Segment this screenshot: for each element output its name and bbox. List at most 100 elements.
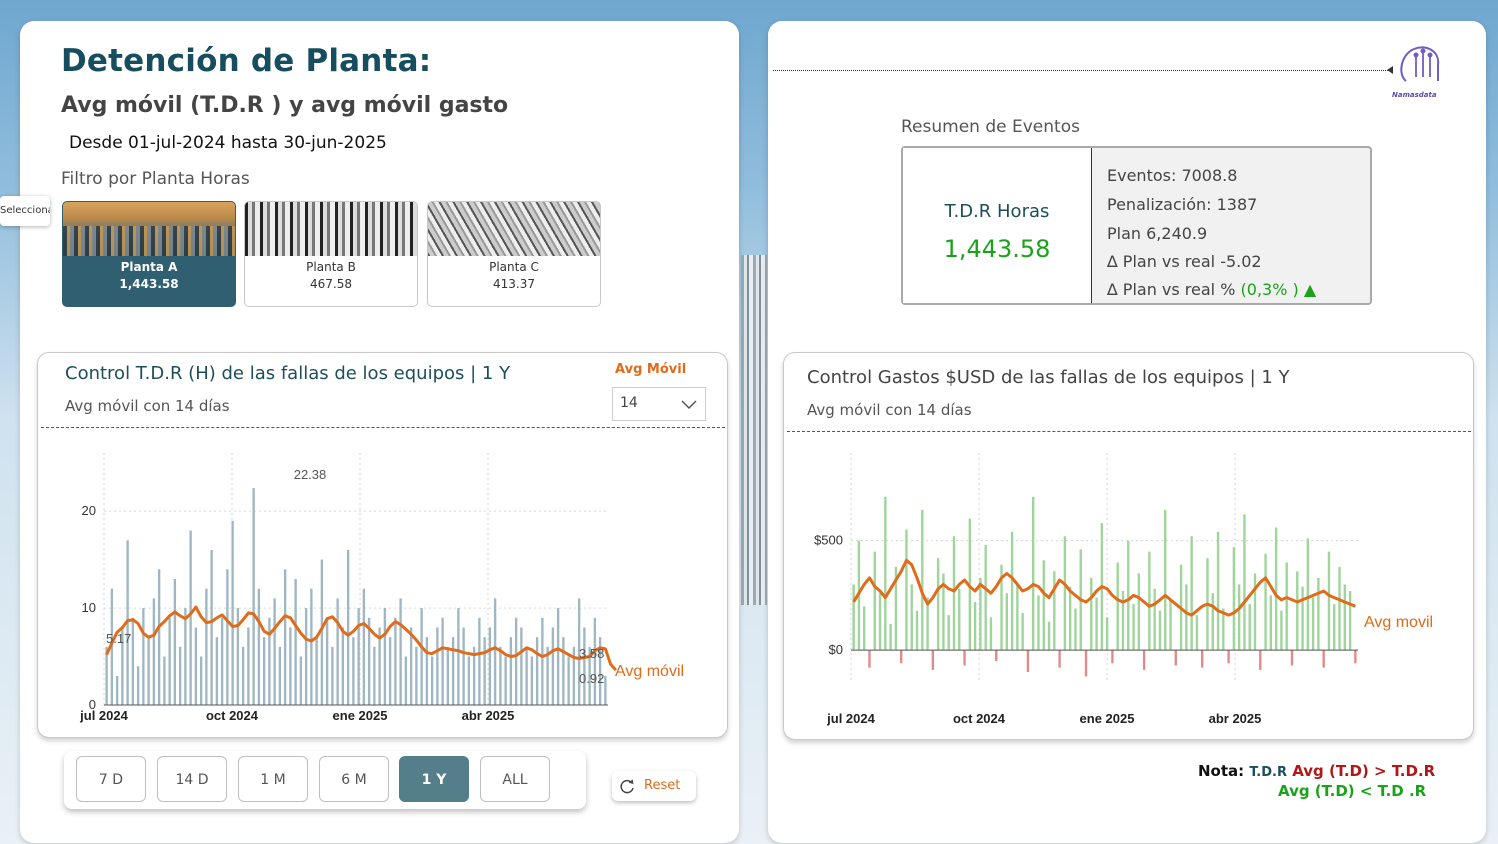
bar [409, 627, 413, 705]
summary-box: T.D.R Horas 1,443.58 Eventos: 7008.8 Pen… [901, 146, 1372, 305]
bar [289, 627, 292, 705]
bar [514, 617, 518, 705]
plant-a-image [63, 202, 235, 256]
bar [1021, 612, 1024, 651]
bar [889, 623, 892, 651]
bar [1311, 597, 1315, 651]
bar [1253, 573, 1257, 651]
plant-b-label: Planta B [306, 260, 356, 274]
bar [152, 598, 156, 705]
bar [1137, 573, 1141, 651]
bar-negative [1322, 650, 1325, 668]
bar [989, 617, 993, 651]
time-button-1m[interactable]: 1 M [238, 756, 308, 802]
bar [157, 569, 161, 705]
plant-card-c[interactable]: Planta C 413.37 [427, 201, 601, 307]
bar [362, 588, 366, 705]
bar [1237, 584, 1241, 651]
bar [420, 608, 423, 705]
time-button-6m[interactable]: 6 M [319, 756, 389, 802]
bar [457, 608, 460, 705]
moving-average-line [105, 605, 618, 672]
bar [1348, 591, 1352, 651]
bar [1063, 536, 1067, 651]
x-tick-label: jul 2024 [79, 708, 128, 723]
y-tick-label: $0 [829, 642, 843, 657]
bar [915, 610, 919, 651]
bar [1153, 588, 1156, 651]
bar [346, 549, 350, 705]
bar [1121, 591, 1125, 651]
bar [1285, 562, 1288, 651]
series-label: Avg movil [1364, 614, 1433, 631]
time-button-all[interactable]: ALL [480, 756, 550, 802]
bar [936, 558, 940, 651]
bar [1195, 615, 1199, 651]
gastos-chart-card: Control Gastos $USD de las fallas de los… [783, 352, 1474, 740]
bar [1343, 584, 1346, 651]
plant-c-image [428, 202, 600, 256]
bar [1095, 597, 1098, 651]
note-line-1: Nota: T.D.R Avg (T.D) > T.D.R [1198, 762, 1435, 780]
bar [1116, 562, 1119, 651]
bar [1190, 536, 1193, 651]
delta-text: ∆ Plan vs real -5.02 [1107, 252, 1262, 271]
bar [1301, 586, 1304, 651]
plant-card-a[interactable]: Planta A 1,443.58 [62, 201, 236, 307]
x-tick-label: oct 2024 [206, 708, 259, 723]
bar [226, 569, 229, 705]
bar [1274, 527, 1278, 651]
y-tick-label: 20 [82, 503, 96, 518]
note-red-rule: Avg (T.D) > T.D.R [1292, 762, 1436, 780]
time-button-7d[interactable]: 7 D [76, 756, 146, 802]
bar [273, 598, 276, 705]
bar [1148, 551, 1151, 651]
bar [979, 577, 982, 651]
bar-negative [1174, 650, 1177, 666]
time-button-14d[interactable]: 14 D [157, 756, 227, 802]
bar [241, 646, 245, 705]
bar-negative [1290, 650, 1294, 666]
bar [247, 627, 250, 705]
background-refinery-strip [741, 255, 767, 605]
up-arrow-icon: ▲ [1303, 280, 1317, 299]
reset-button[interactable]: Reset [612, 771, 696, 801]
bar [1216, 531, 1220, 651]
bar [441, 617, 444, 705]
time-range-selector: 7 D 14 D 1 M 6 M 1 Y ALL [64, 751, 586, 809]
plant-card-b[interactable]: Planta B 467.58 [244, 201, 418, 307]
bar [467, 656, 471, 705]
bar [304, 608, 308, 705]
bar [436, 627, 439, 705]
summary-heading: Resumen de Eventos [901, 117, 1080, 137]
refresh-icon [620, 779, 634, 794]
page-title: Detención de Planta: [61, 43, 432, 79]
bar [105, 646, 108, 705]
delta-pct-value: (0,3% ) [1240, 280, 1299, 299]
bar [483, 637, 486, 705]
bar [958, 588, 961, 651]
bar [863, 606, 866, 651]
bar [388, 637, 392, 705]
bar [115, 675, 119, 705]
bar [352, 637, 355, 705]
plant-a-label: Planta A [120, 260, 178, 274]
bar [1306, 538, 1310, 651]
eventos-text: Eventos: 7008.8 [1107, 166, 1238, 185]
bar-negative [868, 650, 871, 668]
x-tick-label: ene 2025 [1080, 711, 1135, 726]
bar [278, 646, 282, 705]
plant-c-label: Planta C [489, 260, 539, 274]
bar [530, 656, 534, 705]
bar [1164, 509, 1167, 651]
time-button-1y[interactable]: 1 Y [399, 756, 469, 802]
x-tick-label: ene 2025 [333, 708, 388, 723]
moving-average-line [852, 558, 1356, 617]
bar [1105, 617, 1109, 651]
bar-negative [1026, 650, 1030, 673]
plant-c-value: 413.37 [493, 277, 535, 291]
bar [593, 617, 597, 705]
kpi-box: T.D.R Horas 1,443.58 [903, 148, 1092, 303]
bar [541, 617, 544, 705]
bar [399, 598, 402, 705]
